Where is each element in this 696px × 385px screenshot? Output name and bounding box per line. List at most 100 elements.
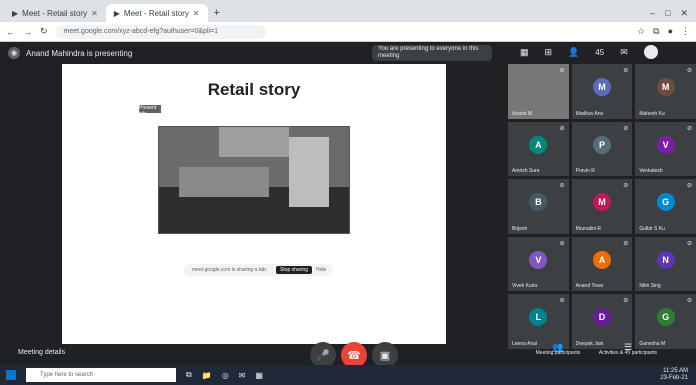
participant-name: Mahesh Ku (639, 110, 665, 117)
avatar: A (592, 250, 611, 269)
url-field[interactable]: meet.google.com/xyz-abcd-efg?authuser=0&… (55, 24, 266, 39)
participant-tile[interactable]: A Amrish Sure ⊘ (508, 121, 569, 177)
mic-icon: 🎤 (316, 349, 330, 362)
chrome-icon[interactable]: ◎ (222, 371, 229, 380)
avatar: L (529, 308, 548, 327)
mic-off-icon: ⊘ (559, 68, 565, 74)
participant-tile[interactable]: A Anand Tiwar ⊘ (571, 236, 633, 292)
grid-icon[interactable]: ⊞ (545, 47, 553, 58)
mic-off-icon: ⊘ (623, 183, 629, 190)
maximize-button[interactable]: □ (665, 8, 670, 18)
participant-tile[interactable]: V Vivek Kurla ⊘ (508, 236, 569, 292)
taskbar: Type here to search ⧉ 📁 ◎ ✉ ▦ 11:25 AM 2… (0, 365, 696, 385)
participant-tile[interactable]: B Brijesh ⊘ (508, 179, 569, 234)
mic-off-icon: ⊘ (559, 125, 565, 132)
participant-tile[interactable]: L Leena Anal ⊘ (508, 294, 569, 349)
system-tray[interactable]: 11:25 AM 23-Feb-21 (660, 368, 696, 382)
close-tab-icon[interactable]: ✕ (91, 9, 98, 18)
presenter-avatar: ◉ (8, 47, 20, 59)
participant-tile[interactable]: M Madhav Ans ⊘ (571, 64, 633, 119)
participant-tile[interactable]: N Nitin Sing ⊘ (635, 236, 696, 292)
header-icons: ▦ ⊞ 👤 45 ✉ (520, 45, 658, 59)
mic-off-icon: ⊘ (686, 68, 692, 74)
windows-start-icon[interactable] (6, 370, 16, 380)
slide-title: Retail story (207, 80, 301, 99)
taskbar-search-input[interactable]: Type here to search (26, 368, 176, 382)
mic-off-icon: ⊘ (559, 240, 565, 247)
present-icon: ▣ (379, 349, 391, 362)
chat-icon[interactable]: ✉ (620, 47, 628, 58)
tray-time: 11:25 AM (663, 368, 688, 374)
back-icon[interactable]: ← (6, 27, 15, 37)
store-icon[interactable]: ▦ (255, 371, 263, 380)
meet-favicon-icon: ▶ (12, 8, 19, 18)
tray-date: 23-Feb-21 (660, 375, 688, 381)
browser-tab-1[interactable]: ▶ Meet - Retail story ✕ (4, 4, 106, 22)
participant-tile[interactable]: M Mrunalini R ⊘ (571, 179, 633, 234)
extensions-icon[interactable]: ⧉ (653, 26, 659, 37)
address-bar: ← → ↻ meet.google.com/xyz-abcd-efg?authu… (0, 22, 696, 42)
participant-name: Anand M (512, 110, 533, 117)
participant-tile[interactable]: V Venkatesh ⊘ (635, 121, 696, 177)
avatar: P (592, 135, 611, 154)
avatar: M (592, 77, 611, 96)
activities-tool[interactable]: ☰ Activities & 45 participants (598, 343, 658, 357)
avatar: A (529, 135, 548, 154)
mic-off-icon: ⊘ (623, 240, 629, 247)
avatar[interactable] (643, 45, 658, 59)
forward-icon[interactable]: → (23, 27, 32, 37)
participant-name: Anand Tiwar (575, 283, 604, 290)
participant-name: Amrish Sure (512, 168, 540, 175)
mic-off-icon: ⊘ (559, 298, 565, 305)
participant-tile[interactable]: M Mahesh Ku ⊘ (635, 64, 696, 119)
profile-icon[interactable]: ● (668, 26, 673, 37)
share-notice: meet.google.com is sharing a tab. Stop s… (184, 264, 332, 276)
mic-off-icon: ⊘ (686, 183, 692, 190)
star-icon[interactable]: ☆ (637, 26, 645, 37)
meet-favicon-icon: ▶ (113, 8, 120, 18)
new-tab-button[interactable]: + (208, 4, 226, 22)
task-view-icon[interactable]: ⧉ (186, 370, 192, 380)
meeting-controls: Meeting details 🎤 ☎ ▣ 👥 Meeting particip… (0, 342, 696, 368)
participant-tile[interactable]: D Deepak Jain ⊘ (571, 294, 633, 349)
file-explorer-icon[interactable]: 📁 (202, 371, 212, 380)
menu-icon[interactable]: ⋮ (681, 26, 690, 37)
participant-name: Pravin R (575, 168, 595, 175)
participant-tile[interactable]: G Gulbir S Ku ⊘ (635, 179, 696, 234)
participant-name: Gulbir S Ku (639, 225, 665, 232)
meet-window: ◉ Anand Mahindra is presenting You are p… (0, 42, 696, 368)
close-tab-icon[interactable]: ✕ (193, 9, 200, 18)
participant-grid: Anand M ⊘ M Madhav Ans ⊘ M Mahesh Ku ⊘ A Amrish S… (508, 64, 696, 349)
mic-off-icon: ⊘ (623, 125, 629, 132)
participant-tile[interactable]: G Ganesha M ⊘ (635, 294, 696, 349)
avatar: D (592, 308, 611, 327)
sticky-note: Present tab (138, 104, 162, 117)
people-icon[interactable]: 👤 (568, 47, 579, 58)
avatar: B (529, 193, 548, 212)
avatar (529, 78, 547, 96)
presenting-notice[interactable]: You are presenting to everyone in this m… (372, 45, 492, 61)
avatar: M (656, 77, 675, 96)
phone-hangup-icon: ☎ (347, 349, 361, 362)
meeting-details-button[interactable]: Meeting details (18, 349, 65, 356)
mic-off-icon: ⊘ (623, 298, 629, 305)
participants-tool[interactable]: 👥 Meeting participants (528, 343, 588, 357)
close-window-button[interactable]: ✕ (680, 8, 688, 19)
browser-tab-2[interactable]: ▶ Meet - Retail story ✕ (105, 4, 208, 22)
minimize-button[interactable]: – (650, 8, 655, 18)
mic-off-icon: ⊘ (559, 183, 565, 190)
layout-icon[interactable]: ▦ (520, 47, 529, 58)
stop-sharing-button[interactable]: Stop sharing (276, 266, 312, 274)
mic-off-icon: ⊘ (686, 240, 692, 247)
participant-name: Madhav Ans (575, 110, 604, 117)
mail-icon[interactable]: ✉ (239, 371, 246, 380)
presentation-stage: Retail story Present tab meet.google.com… (62, 64, 446, 344)
hide-button[interactable]: Hide (316, 264, 326, 276)
participant-name: Nitin Sing (639, 283, 661, 290)
browser-tab-bar: ▶ Meet - Retail story ✕ ▶ Meet - Retail … (0, 0, 696, 22)
participant-tile[interactable]: Anand M ⊘ (508, 64, 569, 119)
mic-off-icon: ⊘ (686, 125, 692, 132)
participant-tile[interactable]: P Pravin R ⊘ (571, 121, 633, 177)
reload-icon[interactable]: ↻ (40, 26, 48, 37)
slide-photo (158, 126, 350, 234)
